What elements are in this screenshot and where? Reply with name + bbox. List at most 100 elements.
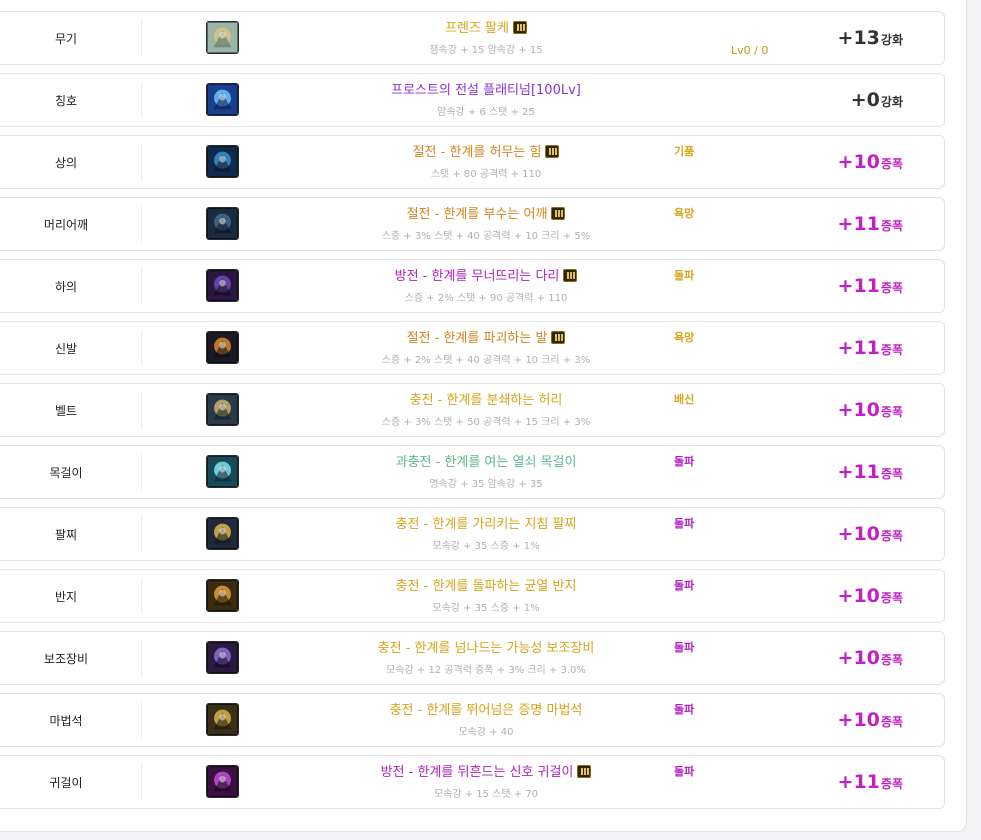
item-name[interactable]: 충전 - 한계를 넘나드는 가능성 보조장비 [378,641,595,656]
item-extra-tag: 욕망 [674,207,695,220]
magic-stone-icon[interactable] [206,703,239,736]
item-grade-icon [551,207,566,220]
enhancement-unit: 강화 [880,95,903,109]
enhancement: +11증폭 [838,771,903,793]
item-extra-tag: 욕망 [674,331,695,344]
top-armor-icon[interactable] [206,145,239,178]
earring-icon[interactable] [206,765,239,798]
slot-label: 신발 [54,341,78,356]
item-extra-tag: 돌파 [674,641,695,654]
item-extra-tag: 돌파 [674,455,695,468]
item-stats: 스증 + 2% 스탯 + 40 공격력 + 10 크리 + 3% [381,355,591,366]
item-name[interactable]: 프렌즈 팔케 [445,21,509,36]
item-extra-tag: 기품 [674,145,695,158]
item-grade-icon [551,331,566,344]
item-name[interactable]: 프로스트의 전설 플래티넘[100Lv] [391,83,581,98]
equipment-row[interactable]: 벨트 충전 - 한계를 분쇄하는 허리 스증 + 3% 스탯 + 50 공격력 … [0,383,945,437]
item-name[interactable]: 충전 - 한계를 돌파하는 균열 반지 [396,579,577,594]
equipment-row[interactable]: 신발 절전 - 한계를 파괴하는 발 스증 + 2% 스탯 + 40 공격력 +… [0,321,945,375]
divider [141,82,142,118]
shoulder-icon[interactable] [206,207,239,240]
enhancement: +11증폭 [838,337,903,359]
equipment-row[interactable]: 팔찌 충전 - 한계를 가리키는 지침 팔찌 모속강 + 35 스증 + 1% … [0,507,945,561]
equipment-row[interactable]: 상의 절전 - 한계를 허무는 힘 스탯 + 80 공격력 + 110 기품 +… [0,135,945,189]
sub-equipment-icon[interactable] [206,641,239,674]
equipment-row[interactable]: 귀걸이 방전 - 한계를 뒤흔드는 신호 귀걸이 모속강 + 15 스탯 + 7… [0,755,945,809]
belt-icon[interactable] [206,393,239,426]
item-grade-icon [545,145,560,158]
shoes-icon[interactable] [206,331,239,364]
item-name[interactable]: 충전 - 한계를 가리키는 지침 팔찌 [396,517,577,532]
enhancement-value: +11 [837,771,880,793]
item-extra-tag: 돌파 [674,517,695,530]
divider [141,392,142,428]
item-extra-tag: 돌파 [674,579,695,592]
slot-label: 하의 [54,279,78,294]
item-name[interactable]: 과충전 - 한계를 여는 열쇠 목걸이 [396,455,577,470]
slot-label: 머리어깨 [43,217,89,232]
enhancement-value: +13 [837,27,880,49]
item-name[interactable]: 방전 - 한계를 뒤흔드는 신호 귀걸이 [381,765,574,780]
enhancement-value: +10 [837,523,880,545]
item-stats: 모속강 + 12 공격력 증폭 + 3% 크리 + 3.0% [386,665,586,676]
item-stats: 스증 + 2% 스탯 + 90 공격력 + 110 [404,293,568,304]
item-name[interactable]: 절전 - 한계를 파괴하는 발 [407,331,548,346]
ring-icon[interactable] [206,579,239,612]
title-icon[interactable] [206,83,239,116]
enhancement-value: +11 [837,213,880,235]
equipment-row[interactable]: 마법석 충전 - 한계를 뛰어넘은 증명 마법석 모속강 + 40 돌파 +10… [0,693,945,747]
equipment-row[interactable]: 하의 방전 - 한계를 무너뜨리는 다리 스증 + 2% 스탯 + 90 공격력… [0,259,945,313]
equipment-row[interactable]: 보조장비 충전 - 한계를 넘나드는 가능성 보조장비 모속강 + 12 공격력… [0,631,945,685]
divider [141,454,142,490]
equipment-row[interactable]: 칭호 프로스트의 전설 플래티넘[100Lv] 암속강 + 6 스탯 + 25 … [0,73,945,127]
enhancement-value: +10 [837,647,880,669]
enhancement-value: +11 [837,337,880,359]
equipment-row[interactable]: 머리어깨 절전 - 한계를 부수는 어깨 스증 + 3% 스탯 + 40 공격력… [0,197,945,251]
slot-label: 마법석 [49,713,83,728]
item-name[interactable]: 절전 - 한계를 허무는 힘 [413,145,542,160]
item-stats: 암속강 + 6 스탯 + 25 [437,107,535,118]
necklace-icon[interactable] [206,455,239,488]
equipment-row[interactable]: 반지 충전 - 한계를 돌파하는 균열 반지 모속강 + 35 스증 + 1% … [0,569,945,623]
item-name[interactable]: 충전 - 한계를 뛰어넘은 증명 마법석 [390,703,583,718]
item-stats: 명속강 + 35 암속강 + 35 [429,479,543,490]
enhancement-value: +11 [837,275,880,297]
enhancement: +11증폭 [838,275,903,297]
slot-label: 벨트 [54,403,78,418]
enhancement-value: +11 [837,461,880,483]
divider [141,144,142,180]
item-extra-tag: 돌파 [674,703,695,716]
item-name[interactable]: 절전 - 한계를 부수는 어깨 [407,207,548,222]
item-stats: 스탯 + 80 공격력 + 110 [430,169,542,180]
slot-label: 귀걸이 [49,775,83,790]
enhancement-unit: 증폭 [880,281,903,295]
enhancement: +10증폭 [838,709,903,731]
enhancement: +0강화 [851,89,903,111]
equipment-row[interactable]: 무기 프렌즈 팔케 잼속강 + 15 암속강 + 15 Lv0 / 0 +13강… [0,11,945,65]
item-extra-tag: 돌파 [674,269,695,282]
enhancement: +13강화 [838,27,903,49]
equipment-row[interactable]: 목걸이 과충전 - 한계를 여는 열쇠 목걸이 명속강 + 35 암속강 + 3… [0,445,945,499]
enhancement-unit: 증폭 [880,219,903,233]
enhancement-unit: 증폭 [880,405,903,419]
enhancement-unit: 증폭 [880,529,903,543]
item-stats: 스증 + 3% 스탯 + 50 공격력 + 15 크리 + 3% [381,417,591,428]
enhancement: +10증폭 [838,585,903,607]
enhancement-unit: 증폭 [880,467,903,481]
item-stats: 스증 + 3% 스탯 + 40 공격력 + 10 크리 + 5% [381,231,591,242]
slot-label: 반지 [54,589,78,604]
divider [141,268,142,304]
divider [141,764,142,800]
bottom-armor-icon[interactable] [206,269,239,302]
item-stats: 모속강 + 15 스탯 + 70 [433,789,539,800]
item-name[interactable]: 방전 - 한계를 무너뜨리는 다리 [395,269,560,284]
slot-label: 상의 [54,155,78,170]
slot-label: 칭호 [54,93,78,108]
weapon-icon[interactable] [206,21,239,54]
item-name[interactable]: 충전 - 한계를 분쇄하는 허리 [410,393,563,408]
item-grade-icon [577,765,592,778]
bracelet-icon[interactable] [206,517,239,550]
slot-label: 팔찌 [54,527,78,542]
enhancement-value: +10 [837,399,880,421]
divider [141,578,142,614]
